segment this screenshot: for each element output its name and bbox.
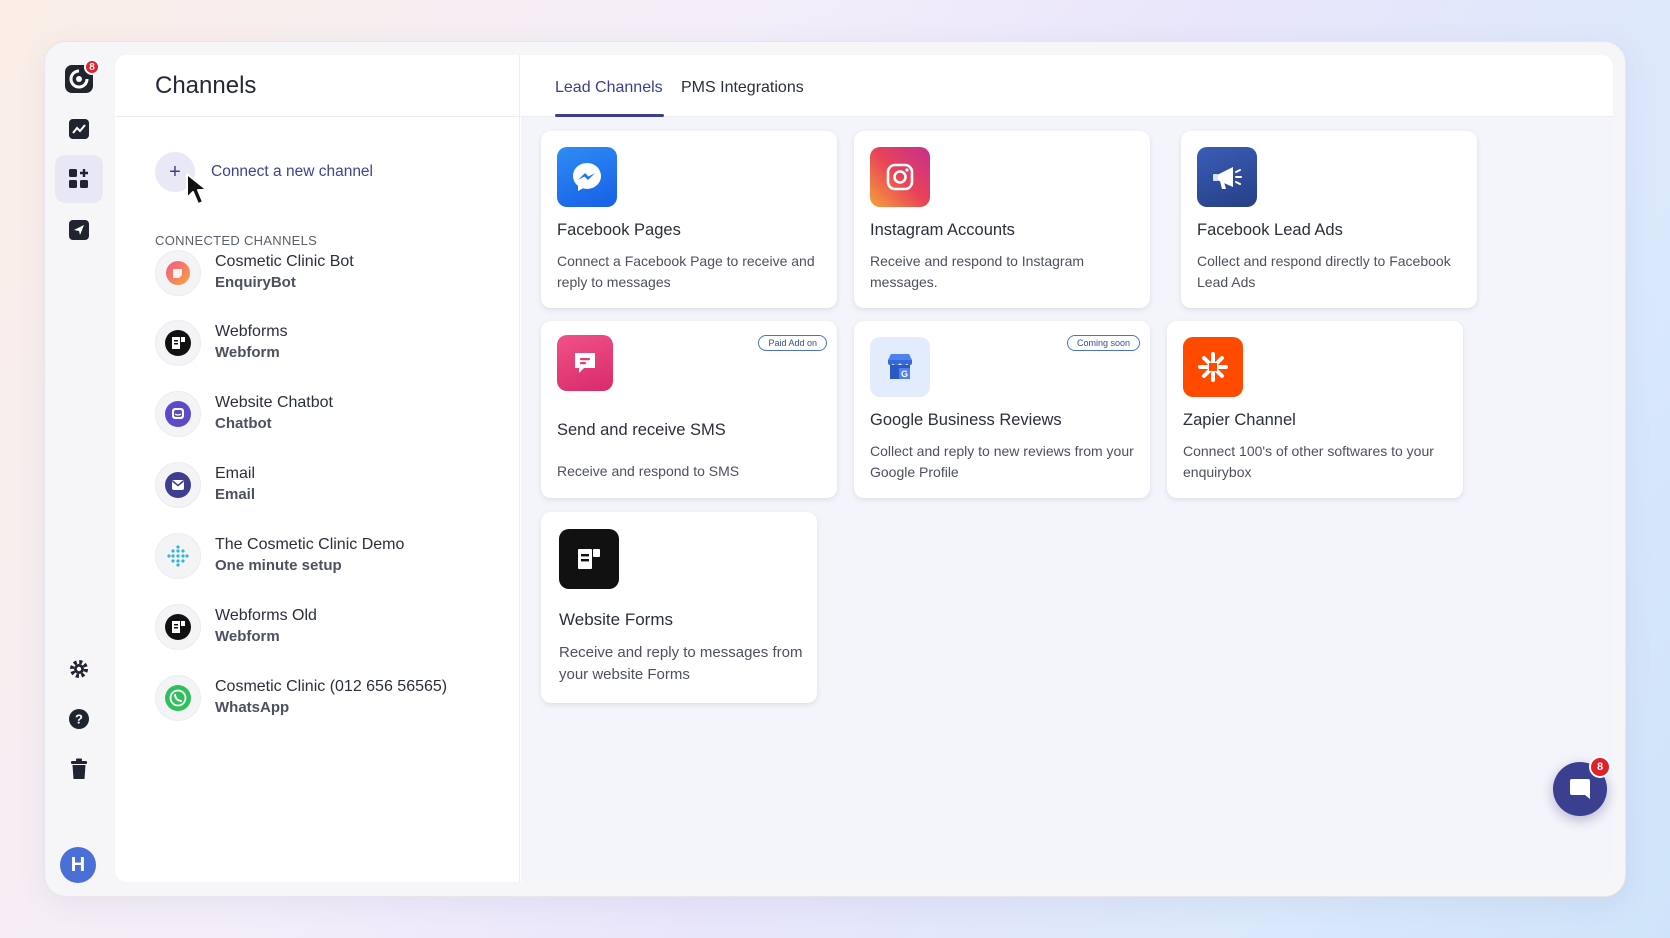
channel-type: Email: [215, 486, 256, 503]
card-title: Google Business Reviews: [870, 411, 1062, 429]
user-avatar[interactable]: H: [60, 847, 96, 883]
zapier-icon: [1183, 337, 1243, 397]
app-window: 8 ? H Channels + Connect a new channel C…: [44, 41, 1626, 897]
webform-icon: [559, 529, 619, 589]
connected-channel-item[interactable]: The Cosmetic Clinic Demo One minute setu…: [155, 533, 404, 579]
channel-name: Email: [215, 465, 256, 482]
demo-logo-icon: [155, 533, 201, 579]
help-icon: ?: [69, 709, 89, 729]
connected-channel-item[interactable]: Webforms Old Webform: [155, 604, 317, 650]
enquirybot-logo-icon: [155, 250, 201, 296]
channel-card-website-forms[interactable]: Website Forms Receive and reply to messa…: [541, 512, 817, 703]
help-button[interactable]: ?: [55, 695, 103, 743]
channel-name: The Cosmetic Clinic Demo: [215, 536, 405, 553]
channels-sidebar: Channels + Connect a new channel CONNECT…: [115, 55, 520, 882]
send-nav-button[interactable]: [55, 206, 103, 254]
send-icon: [69, 220, 89, 240]
analytics-button[interactable]: [55, 105, 103, 153]
channel-type: Webform: [215, 628, 280, 645]
card-description: Collect and reply to new reviews from yo…: [870, 443, 1134, 480]
email-logo-icon: [155, 462, 201, 508]
channel-name: Webforms: [215, 323, 288, 340]
analytics-icon: [69, 119, 89, 139]
mouse-cursor-icon: [186, 173, 208, 205]
card-description: Collect and respond directly to Facebook…: [1197, 253, 1451, 290]
whatsapp-logo-icon: [155, 675, 201, 721]
channel-type: One minute setup: [215, 557, 342, 574]
card-description: Receive and respond to SMS: [557, 463, 740, 479]
chat-bubble-icon: [1570, 779, 1590, 799]
gear-icon: [70, 660, 88, 678]
active-tab-indicator: [555, 114, 664, 117]
main-panel: Channels + Connect a new channel CONNECT…: [115, 55, 1613, 882]
channel-name: Cosmetic Clinic (012 656 56565): [215, 678, 448, 695]
channel-type: WhatsApp: [215, 699, 290, 716]
svg-text:?: ?: [75, 712, 83, 727]
connected-channel-item[interactable]: Email Email: [155, 462, 255, 508]
card-title: Facebook Lead Ads: [1197, 221, 1343, 239]
channels-grid-icon: [69, 169, 88, 188]
card-description: Connect a Facebook Page to receive and r…: [557, 253, 815, 290]
card-description: Connect 100's of other softwares to your…: [1183, 443, 1434, 480]
tab-pms-integrations[interactable]: PMS Integrations: [681, 79, 804, 97]
channel-name: Cosmetic Clinic Bot: [215, 253, 354, 270]
svg-text:G: G: [901, 369, 908, 379]
channel-card-instagram[interactable]: Instagram Accounts Receive and respond t…: [854, 131, 1150, 308]
sms-icon: [557, 335, 613, 391]
settings-button[interactable]: [55, 645, 103, 693]
channel-catalog: Lead Channels PMS Integrations Facebook …: [521, 55, 1613, 882]
channel-card-facebook-pages[interactable]: Facebook Pages Connect a Facebook Page t…: [541, 131, 837, 308]
page-title: Channels: [115, 55, 519, 117]
channel-card-zapier[interactable]: Zapier Channel Connect 100's of other so…: [1167, 321, 1463, 498]
chat-launcher-button[interactable]: 8: [1553, 756, 1611, 816]
card-title: Zapier Channel: [1183, 411, 1296, 429]
notification-badge: 8: [84, 59, 100, 75]
card-title: Facebook Pages: [557, 221, 681, 239]
channel-name: Webforms Old: [215, 607, 317, 624]
card-description: Receive and reply to messages from your …: [559, 644, 803, 683]
card-title: Send and receive SMS: [557, 421, 726, 439]
app-logo-button[interactable]: 8: [55, 55, 103, 103]
chatbot-logo-icon: [155, 391, 201, 437]
nav-rail: 8 ? H: [45, 42, 115, 896]
channels-nav-button[interactable]: [55, 155, 103, 203]
trash-button[interactable]: [55, 745, 103, 793]
channel-name: Website Chatbot: [215, 394, 333, 411]
connected-channel-item[interactable]: Cosmetic Clinic (012 656 56565) WhatsApp: [155, 675, 447, 721]
card-title: Website Forms: [559, 610, 673, 629]
card-description: Receive and respond to Instagram message…: [870, 253, 1085, 290]
connected-channel-item[interactable]: Cosmetic Clinic Bot EnquiryBot: [155, 250, 354, 296]
connected-channel-item[interactable]: Website Chatbot Chatbot: [155, 391, 333, 437]
instagram-icon: [870, 147, 930, 207]
webform-logo-icon: [155, 320, 201, 366]
channel-card-facebook-lead-ads[interactable]: Facebook Lead Ads Collect and respond di…: [1181, 131, 1477, 308]
channel-card-google-business[interactable]: G Coming soon Google Business Reviews Co…: [854, 321, 1150, 498]
channel-type: Chatbot: [215, 415, 272, 432]
chat-notification-badge: 8: [1589, 756, 1611, 778]
coming-soon-badge: Coming soon: [1066, 335, 1140, 351]
channel-card-sms[interactable]: Paid Add on Send and receive SMS Receive…: [541, 321, 837, 498]
channel-type: EnquiryBot: [215, 274, 296, 291]
connected-channel-item[interactable]: Webforms Webform: [155, 320, 288, 366]
channel-type: Webform: [215, 344, 280, 361]
paid-addon-badge: Paid Add on: [758, 335, 827, 351]
connect-label: Connect a new channel: [211, 163, 374, 180]
card-title: Instagram Accounts: [870, 221, 1015, 239]
tab-bar: Lead Channels PMS Integrations: [521, 55, 1613, 117]
trash-icon: [71, 758, 87, 779]
webform-logo-icon: [155, 604, 201, 650]
connected-channels-heading: CONNECTED CHANNELS: [155, 233, 318, 248]
tab-lead-channels[interactable]: Lead Channels: [555, 79, 663, 97]
messenger-icon: [557, 147, 617, 207]
google-business-icon: G: [870, 337, 930, 397]
megaphone-icon: [1197, 147, 1257, 207]
